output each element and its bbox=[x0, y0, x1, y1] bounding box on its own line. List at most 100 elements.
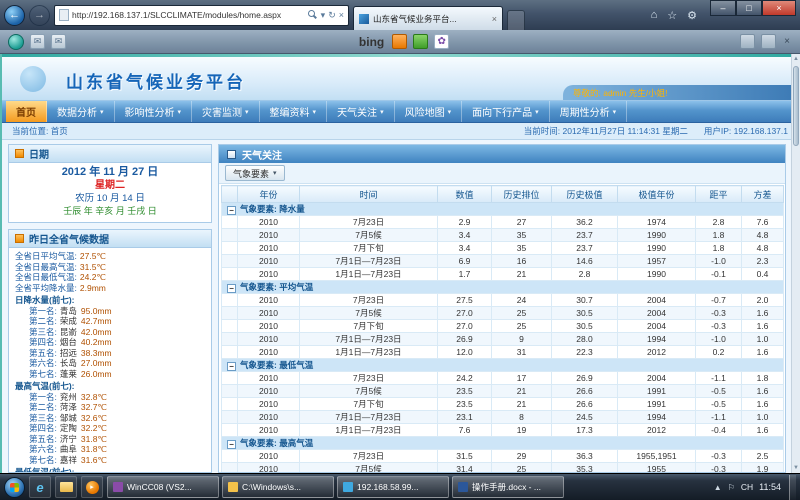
table-section-cell: −气象要素: 最低气温 bbox=[222, 359, 784, 372]
toolbar-close-icon[interactable]: × bbox=[782, 36, 792, 47]
table-row[interactable]: 20107月5候27.02530.52004-0.31.6 bbox=[222, 307, 784, 320]
climate-panel-title: 昨日全省气候数据 bbox=[29, 231, 109, 246]
nav-item-downstream-products[interactable]: 面向下行产品▾ bbox=[462, 101, 550, 122]
table-section-row[interactable]: −气象要素: 平均气温 bbox=[222, 281, 784, 294]
table-cell: 2010 bbox=[238, 450, 300, 463]
close-button[interactable]: × bbox=[762, 0, 796, 16]
table-row[interactable]: 20101月1日—7月23日1.7212.81990-0.10.4 bbox=[222, 268, 784, 281]
table-cell: 4.8 bbox=[742, 229, 784, 242]
nav-item-compiled-data[interactable]: 整编资料▾ bbox=[260, 101, 328, 122]
rank-item: 第三名:昆嵛42.0mm bbox=[15, 327, 205, 338]
explorer-launcher[interactable] bbox=[55, 476, 77, 498]
table-row[interactable]: 20101月1日—7月23日7.61917.32012-0.41.6 bbox=[222, 424, 784, 437]
nav-item-label: 面向下行产品 bbox=[472, 104, 532, 119]
taskbar-button-1[interactable]: WinCC08 (VS2... bbox=[107, 476, 219, 498]
table-cell: 3.4 bbox=[438, 229, 492, 242]
table-row[interactable]: 20107月23日27.52430.72004-0.72.0 bbox=[222, 294, 784, 307]
table-row[interactable]: 20107月下旬23.52126.61991-0.51.6 bbox=[222, 398, 784, 411]
collapse-icon[interactable]: − bbox=[227, 206, 236, 215]
table-row[interactable]: 20107月下旬27.02530.52004-0.31.6 bbox=[222, 320, 784, 333]
table-section-row[interactable]: −气象要素: 降水量 bbox=[222, 203, 784, 216]
search-icon[interactable] bbox=[308, 10, 318, 20]
table-row[interactable]: 20107月23日2.92736.219742.87.6 bbox=[222, 216, 784, 229]
flower-icon[interactable]: ✿ bbox=[434, 34, 449, 49]
nav-item-risk-map[interactable]: 风险地图▾ bbox=[395, 101, 463, 122]
collapse-icon[interactable]: − bbox=[227, 362, 236, 371]
stop-icon[interactable]: × bbox=[339, 10, 344, 20]
tab-close-icon[interactable]: × bbox=[492, 14, 497, 24]
table-section-row[interactable]: −气象要素: 最低气温 bbox=[222, 359, 784, 372]
send-mail-icon[interactable]: ✉ bbox=[51, 34, 66, 49]
nav-item-weather-focus[interactable]: 天气关注▾ bbox=[327, 101, 395, 122]
maximize-button[interactable]: □ bbox=[736, 0, 762, 16]
bing-logo[interactable]: bing bbox=[357, 35, 386, 49]
system-tray: ▲ ⚐ CH 11:54 bbox=[714, 475, 796, 500]
home-icon[interactable]: ⌂ bbox=[648, 9, 661, 21]
star-icon[interactable]: ☆ bbox=[664, 9, 680, 22]
mail-icon[interactable]: ✉ bbox=[30, 34, 45, 49]
element-select-button[interactable]: 气象要素 ▾ bbox=[225, 165, 285, 181]
tools-icon[interactable] bbox=[740, 34, 755, 49]
scrollbar-thumb[interactable] bbox=[793, 66, 799, 146]
table-row[interactable]: 20107月23日24.21726.92004-1.11.8 bbox=[222, 372, 784, 385]
url-text[interactable]: http://192.168.137.1/SLCCLIMATE/modules/… bbox=[72, 10, 305, 20]
table-row[interactable]: 20107月下旬3.43523.719901.84.8 bbox=[222, 242, 784, 255]
taskbar-button-4[interactable]: 操作手册.docx - ... bbox=[452, 476, 564, 498]
help-icon[interactable] bbox=[761, 34, 776, 49]
browser-logo-icon[interactable] bbox=[8, 34, 24, 50]
back-button[interactable]: ← bbox=[4, 5, 25, 26]
taskbar-button-2[interactable]: C:\Windows\s... bbox=[222, 476, 334, 498]
scroll-down-icon[interactable]: ▼ bbox=[792, 463, 800, 473]
table-row[interactable]: 20107月1日—7月23日26.9928.01994-1.01.0 bbox=[222, 333, 784, 346]
table-row[interactable]: 20101月1日—7月23日12.03122.320120.21.6 bbox=[222, 346, 784, 359]
nav-item-impact-analysis[interactable]: 影响性分析▾ bbox=[115, 101, 193, 122]
rank-item: 第二名:荣成42.7mm bbox=[15, 316, 205, 327]
browser-tab[interactable]: 山东省气候业务平台... × bbox=[353, 6, 503, 30]
table-row[interactable]: 20107月23日31.52936.31955,1951-0.32.5 bbox=[222, 450, 784, 463]
table-cell: 1991 bbox=[618, 385, 696, 398]
table-row[interactable]: 20107月5候23.52126.61991-0.51.6 bbox=[222, 385, 784, 398]
table-row[interactable]: 20107月5候3.43523.719901.84.8 bbox=[222, 229, 784, 242]
hidden-icons-button[interactable]: ▲ bbox=[714, 483, 722, 492]
date-panel-title: 日期 bbox=[29, 146, 49, 161]
tab-title: 山东省气候业务平台... bbox=[373, 13, 488, 25]
table-row[interactable]: 20107月5候31.42535.31955-0.31.9 bbox=[222, 463, 784, 473]
nav-item-disaster-monitor[interactable]: 灾害监测▾ bbox=[192, 101, 260, 122]
scroll-up-icon[interactable]: ▲ bbox=[792, 54, 800, 64]
chevron-down-icon: ▾ bbox=[245, 108, 249, 116]
refresh-icon[interactable]: ↻ bbox=[328, 10, 336, 21]
taskbar-button-3[interactable]: 192.168.58.99... bbox=[337, 476, 449, 498]
page-scrollbar[interactable]: ▲ ▼ bbox=[791, 54, 800, 473]
table-cell: -1.1 bbox=[696, 372, 742, 385]
nav-item-home[interactable]: 首页 bbox=[6, 101, 47, 122]
collapse-icon[interactable]: − bbox=[227, 284, 236, 293]
language-indicator[interactable]: CH bbox=[741, 482, 753, 492]
vs-app-icon bbox=[113, 482, 123, 492]
chevron-down-icon[interactable]: ▾ bbox=[321, 10, 326, 21]
gear-icon[interactable]: ⚙ bbox=[684, 9, 700, 22]
table-cell: 1.6 bbox=[742, 398, 784, 411]
table-cell: 23.1 bbox=[438, 411, 492, 424]
row-select-cell bbox=[222, 255, 238, 268]
show-desktop-button[interactable] bbox=[789, 475, 796, 500]
network-icon[interactable]: ⚐ bbox=[728, 483, 735, 492]
docs-icon[interactable] bbox=[392, 34, 407, 49]
taskbar-clock[interactable]: 11:54 bbox=[759, 482, 783, 492]
new-tab-button[interactable] bbox=[507, 10, 525, 30]
table-row[interactable]: 20107月1日—7月23日6.91614.61957-1.02.3 bbox=[222, 255, 784, 268]
nav-item-data-analysis[interactable]: 数据分析▾ bbox=[47, 101, 115, 122]
address-bar[interactable]: http://192.168.137.1/SLCCLIMATE/modules/… bbox=[54, 5, 349, 26]
table-section-row[interactable]: −气象要素: 最高气温 bbox=[222, 437, 784, 450]
messenger-icon[interactable] bbox=[413, 34, 428, 49]
table-row[interactable]: 20107月1日—7月23日23.1824.51994-1.11.0 bbox=[222, 411, 784, 424]
nav-item-periodic-analysis[interactable]: 周期性分析▾ bbox=[550, 101, 628, 122]
start-button[interactable] bbox=[4, 477, 25, 498]
minimize-button[interactable]: – bbox=[710, 0, 736, 16]
ie-launcher[interactable]: e bbox=[29, 476, 51, 498]
chevron-down-icon: ▾ bbox=[380, 108, 384, 116]
table-cell: 2004 bbox=[618, 294, 696, 307]
forward-button[interactable]: → bbox=[29, 5, 50, 26]
collapse-icon[interactable]: − bbox=[227, 440, 236, 449]
nav-item-label: 影响性分析 bbox=[125, 104, 175, 119]
media-player-launcher[interactable]: ▸ bbox=[81, 476, 103, 498]
